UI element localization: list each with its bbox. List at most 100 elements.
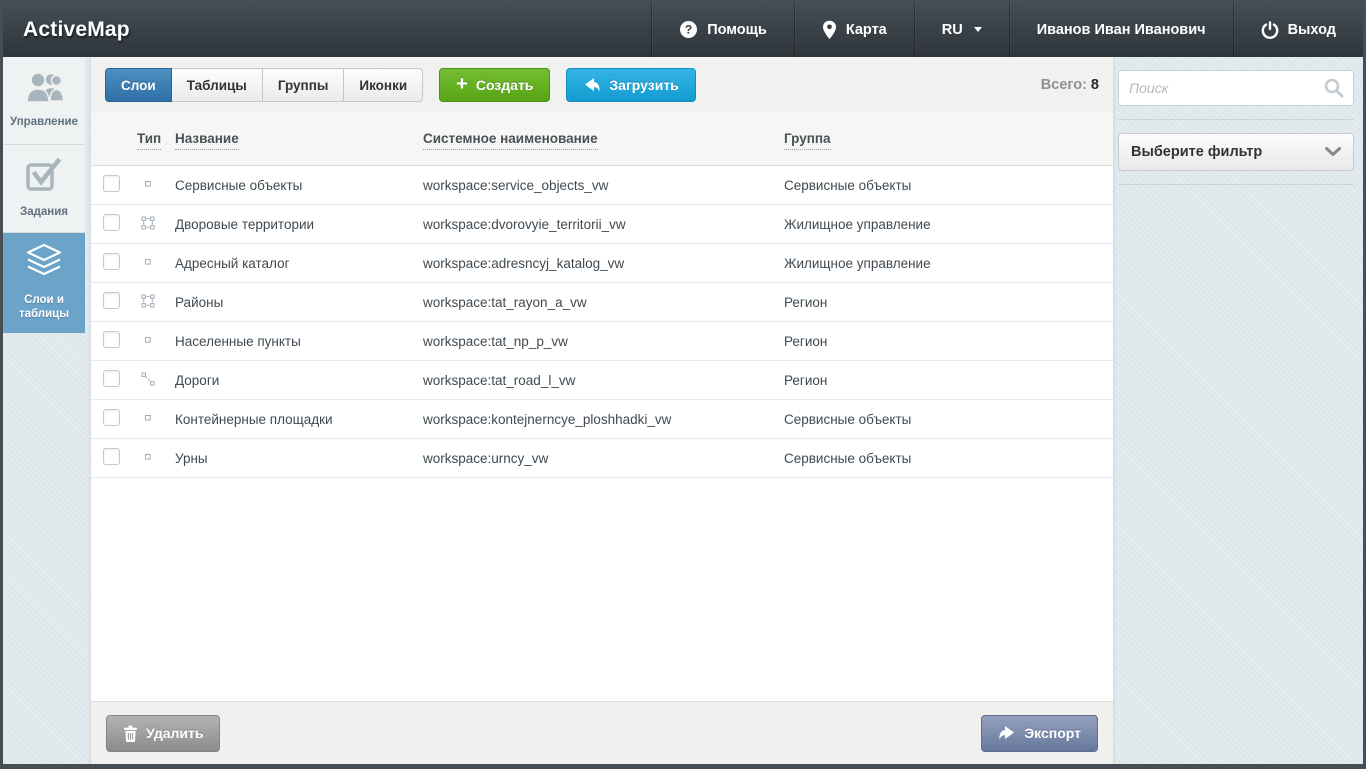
tab-icons[interactable]: Иконки (344, 68, 423, 102)
layer-name: Районы (175, 295, 423, 310)
layer-system-name: workspace:urncy_vw (423, 451, 784, 466)
table-row[interactable]: Дороги workspace:tat_road_l_vw Регион (91, 361, 1113, 400)
layer-system-name: workspace:tat_road_l_vw (423, 373, 784, 388)
power-icon (1261, 21, 1279, 39)
column-header-name: Название (175, 130, 423, 148)
row-checkbox[interactable] (103, 214, 120, 231)
content-panel: Слои Таблицы Группы Иконки + Создать Заг… (91, 57, 1113, 764)
layer-system-name: workspace:dvorovyie_territorii_vw (423, 217, 784, 232)
search-icon[interactable] (1323, 77, 1345, 99)
table-row[interactable]: Районы workspace:tat_rayon_a_vw Регион (91, 283, 1113, 322)
polygon-geometry-icon (141, 294, 155, 308)
table-header: Тип Название Системное наименование Груп… (91, 113, 1113, 166)
search-input[interactable] (1129, 80, 1323, 96)
top-menu: ? Помощь Карта RU Иванов Иван Иванович (651, 2, 1363, 57)
layer-name: Адресный каталог (175, 256, 423, 271)
row-checkbox-cell (103, 214, 137, 234)
row-checkbox-cell (103, 253, 137, 273)
layer-group: Регион (784, 334, 1113, 349)
layer-group: Регион (784, 373, 1113, 388)
layer-group: Регион (784, 295, 1113, 310)
tab-layers[interactable]: Слои (105, 68, 172, 102)
sidebar-item-label: Управление (10, 115, 78, 129)
svg-text:?: ? (685, 23, 692, 37)
app-window: ActiveMap ? Помощь Карта RU Иванов Иван … (0, 0, 1366, 769)
row-checkbox[interactable] (103, 292, 120, 309)
delete-button[interactable]: Удалить (106, 715, 220, 752)
row-checkbox-cell (103, 448, 137, 468)
table-row[interactable]: Населенные пункты workspace:tat_np_p_vw … (91, 322, 1113, 361)
map-menu-item[interactable]: Карта (794, 2, 914, 57)
layer-name: Дворовые территории (175, 217, 423, 232)
layer-system-name: workspace:service_objects_vw (423, 178, 784, 193)
point-geometry-icon (141, 450, 155, 464)
divider (1118, 119, 1354, 120)
table-row[interactable]: Адресный каталог workspace:adresncyj_kat… (91, 244, 1113, 283)
column-header-system: Системное наименование (423, 130, 784, 148)
row-checkbox-cell (103, 370, 137, 390)
table-row[interactable]: Урны workspace:urncy_vw Сервисные объект… (91, 439, 1113, 478)
forward-arrow-icon (998, 725, 1016, 742)
row-checkbox-cell (103, 331, 137, 351)
row-checkbox-cell (103, 175, 137, 195)
sidebar-filler (3, 333, 85, 764)
toolbar: Слои Таблицы Группы Иконки + Создать Заг… (91, 57, 1113, 113)
create-button[interactable]: + Создать (439, 68, 550, 102)
row-checkbox-cell (103, 292, 137, 312)
point-geometry-icon (141, 255, 155, 269)
right-panel: Выберите фильтр (1113, 57, 1363, 764)
column-header-type: Тип (137, 130, 175, 148)
layers-icon (22, 243, 66, 286)
sidebar-item-label: Слои и таблицы (7, 293, 81, 322)
row-checkbox[interactable] (103, 253, 120, 270)
layer-system-name: workspace:tat_rayon_a_vw (423, 295, 784, 310)
content-footer: Удалить Экспорт (91, 701, 1113, 764)
reply-arrow-icon (583, 77, 601, 94)
table-row[interactable]: Контейнерные площадки workspace:kontejne… (91, 400, 1113, 439)
sidebar-item-layers-tables[interactable]: Слои и таблицы (3, 233, 85, 333)
tasks-icon (24, 157, 64, 198)
top-bar: ActiveMap ? Помощь Карта RU Иванов Иван … (3, 2, 1363, 57)
help-icon: ? (679, 20, 698, 39)
layer-group: Жилищное управление (784, 256, 1113, 271)
row-checkbox[interactable] (103, 370, 120, 387)
upload-button[interactable]: Загрузить (566, 68, 695, 102)
layer-system-name: workspace:kontejnerncye_ploshhadki_vw (423, 412, 784, 427)
layer-system-name: workspace:adresncyj_katalog_vw (423, 256, 784, 271)
filter-dropdown[interactable]: Выберите фильтр (1118, 133, 1354, 171)
map-pin-icon (822, 20, 837, 40)
row-checkbox[interactable] (103, 448, 120, 465)
tab-groups[interactable]: Группы (263, 68, 345, 102)
layer-name: Контейнерные площадки (175, 412, 423, 427)
divider (1118, 184, 1354, 185)
chevron-down-icon (1325, 147, 1341, 157)
sidebar-item-tasks[interactable]: Задания (3, 145, 85, 233)
table-row[interactable]: Сервисные объекты workspace:service_obje… (91, 166, 1113, 205)
total-value: 8 (1091, 77, 1099, 93)
table-body: Сервисные объекты workspace:service_obje… (91, 166, 1113, 701)
help-menu-item[interactable]: ? Помощь (651, 2, 794, 57)
sidebar-item-management[interactable]: Управление (3, 57, 85, 145)
row-checkbox[interactable] (103, 409, 120, 426)
row-checkbox[interactable] (103, 175, 120, 192)
sidebar-item-label: Задания (20, 205, 68, 219)
layer-group: Жилищное управление (784, 217, 1113, 232)
app-logo: ActiveMap (23, 18, 130, 42)
layer-group: Сервисные объекты (784, 412, 1113, 427)
line-geometry-icon (141, 372, 155, 386)
tab-tables[interactable]: Таблицы (172, 68, 263, 102)
layer-name: Урны (175, 451, 423, 466)
polygon-geometry-icon (141, 216, 155, 230)
plus-icon: + (456, 74, 468, 94)
user-menu-item[interactable]: Иванов Иван Иванович (1009, 2, 1233, 57)
layer-system-name: workspace:tat_np_p_vw (423, 334, 784, 349)
column-header-group: Группа (784, 130, 1113, 148)
tab-group: Слои Таблицы Группы Иконки (105, 68, 423, 102)
export-button[interactable]: Экспорт (981, 715, 1098, 752)
table-row[interactable]: Дворовые территории workspace:dvorovyie_… (91, 205, 1113, 244)
row-checkbox[interactable] (103, 331, 120, 348)
layer-group: Сервисные объекты (784, 451, 1113, 466)
layer-name: Дороги (175, 373, 423, 388)
language-selector[interactable]: RU (914, 2, 1009, 57)
logout-menu-item[interactable]: Выход (1233, 2, 1363, 57)
